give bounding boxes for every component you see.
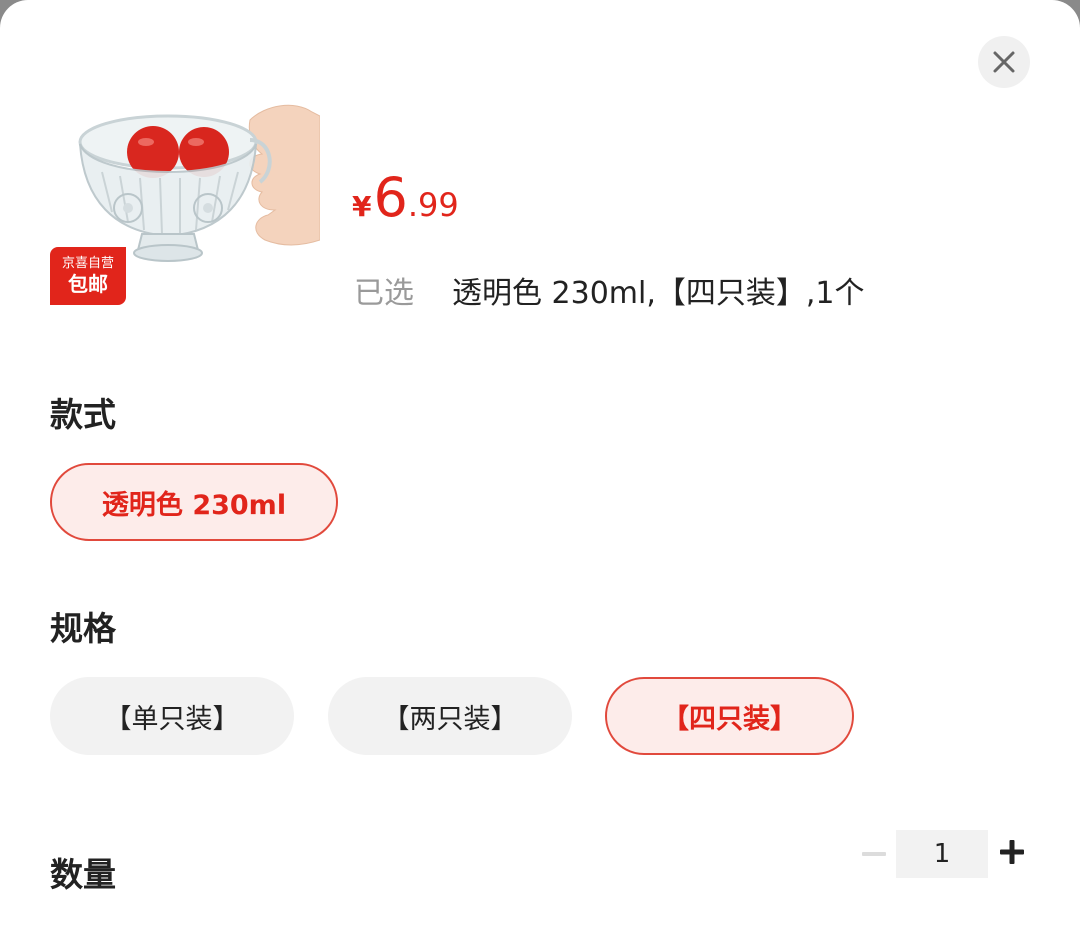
spec-option-label: 【四只装】 [662, 703, 797, 735]
style-option-label: 透明色 230ml [101, 489, 287, 521]
quantity-section-title: 数量 [50, 855, 116, 894]
selected-value: 透明色 230ml,【四只装】,1个 [452, 276, 865, 311]
price-decimal: .99 [407, 186, 459, 224]
price-integer: 6 [373, 166, 408, 229]
spec-section-title: 规格 [50, 609, 116, 648]
close-button[interactable] [978, 36, 1030, 88]
plus-icon [1000, 840, 1024, 864]
price-currency: ¥ [352, 190, 372, 223]
spec-option-double[interactable]: 【两只装】 [328, 677, 572, 755]
minus-icon [862, 852, 886, 856]
spec-option-four[interactable]: 【四只装】 [605, 677, 854, 755]
quantity-decrease-button[interactable] [860, 836, 888, 872]
close-icon [993, 51, 1015, 73]
spec-option-label: 【两只装】 [382, 703, 518, 735]
style-section-title: 款式 [50, 395, 116, 434]
price: ¥ 6 .99 [352, 168, 459, 228]
spec-option-single[interactable]: 【单只装】 [50, 677, 294, 755]
badge-top-text: 京喜自营 [61, 256, 114, 271]
selected-summary: 已选 透明色 230ml,【四只装】,1个 [354, 268, 865, 312]
style-option-transparent-230ml[interactable]: 透明色 230ml [50, 463, 338, 541]
quantity-increase-button[interactable] [996, 836, 1028, 868]
jingxi-free-shipping-badge: 京喜自营 包邮 [50, 247, 126, 305]
sku-selector-sheet: 京喜自营 包邮 ¥ 6 .99 已选 透明色 230ml,【四只装】,1个 款式… [0, 0, 1080, 939]
badge-bottom-text: 包邮 [68, 272, 108, 296]
spec-option-label: 【单只装】 [104, 703, 240, 735]
selected-label: 已选 [354, 276, 414, 311]
quantity-input[interactable] [896, 830, 988, 878]
